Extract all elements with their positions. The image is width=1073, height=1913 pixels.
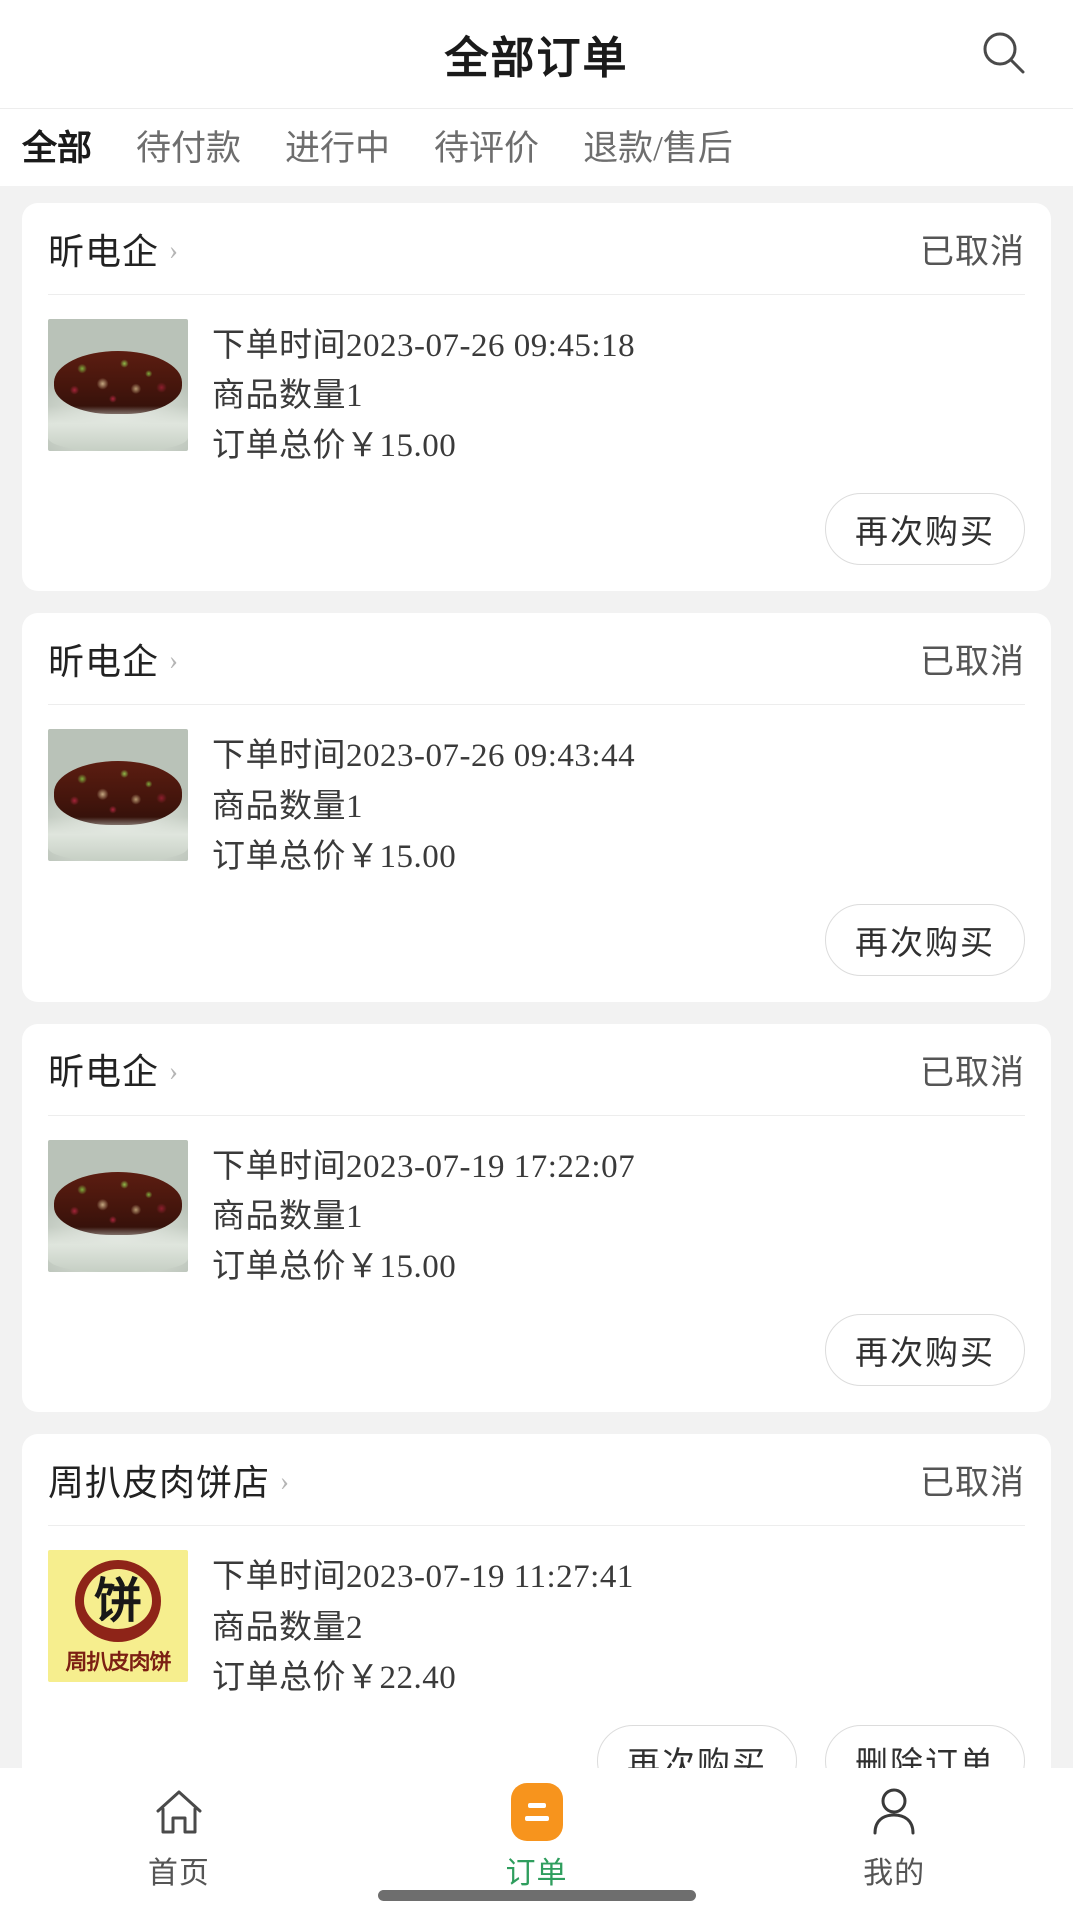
tab-in-progress[interactable]: 进行中 xyxy=(285,120,390,175)
page-title: 全部订单 xyxy=(444,34,629,83)
nav-label-home: 首页 xyxy=(147,1857,210,1890)
order-card[interactable]: 昕电企 › 已取消 下单时间2023-07-19 17:22:07 商品数量1 … xyxy=(22,1023,1051,1413)
shop-link[interactable]: 昕电企 › xyxy=(48,1043,178,1095)
chevron-right-icon: › xyxy=(169,235,179,265)
order-time: 下单时间2023-07-26 09:45:18 xyxy=(212,328,636,364)
buy-again-button[interactable]: 再次购买 xyxy=(825,903,1025,976)
page-header: 全部订单 xyxy=(0,0,1073,108)
home-icon xyxy=(152,1784,206,1840)
order-quantity: 商品数量1 xyxy=(212,378,363,415)
nav-item-home[interactable]: 首页 xyxy=(0,1784,358,1892)
bottom-navigation: 首页 订单 我的 xyxy=(0,1768,1073,1913)
status-badge: 已取消 xyxy=(920,644,1025,682)
order-card[interactable]: 周扒皮肉饼店 › 已取消 饼 周扒皮肉饼 下单时间2023-07-19 11:2… xyxy=(22,1434,1051,1768)
product-thumbnail[interactable] xyxy=(48,1139,188,1272)
order-total: 订单总价￥15.00 xyxy=(212,1249,457,1286)
order-card-header: 昕电企 › 已取消 xyxy=(48,203,1025,295)
brand-ring-icon: 饼 xyxy=(75,1560,161,1643)
order-actions: 再次购买 删除订单 xyxy=(48,1711,1025,1768)
tab-pending-review[interactable]: 待评价 xyxy=(434,120,539,175)
delete-order-button[interactable]: 删除订单 xyxy=(825,1724,1025,1768)
shop-name: 昕电企 xyxy=(48,231,160,272)
tab-all[interactable]: 全部 xyxy=(22,120,92,175)
chevron-right-icon: › xyxy=(169,645,179,676)
nav-item-orders[interactable]: 订单 xyxy=(358,1783,716,1892)
app-screen: 全部订单 全部 待付款 进行中 待评价 退款/售后 昕电企 › 已取消 下单时间… xyxy=(0,0,1073,1913)
brand-character: 饼 xyxy=(93,1573,142,1630)
order-quantity: 商品数量1 xyxy=(212,788,363,825)
order-card-body: 下单时间2023-07-26 09:45:18 商品数量1 订单总价￥15.00 xyxy=(48,295,1025,479)
order-actions: 再次购买 xyxy=(48,479,1025,591)
chevron-right-icon: › xyxy=(280,1466,290,1497)
order-time: 下单时间2023-07-26 09:43:44 xyxy=(212,738,636,775)
order-actions: 再次购买 xyxy=(48,890,1025,1002)
order-icon xyxy=(510,1783,563,1841)
order-card-header: 昕电企 › 已取消 xyxy=(48,613,1025,706)
chevron-right-icon: › xyxy=(169,1055,179,1086)
order-info: 下单时间2023-07-19 17:22:07 商品数量1 订单总价￥15.00 xyxy=(212,1140,1025,1292)
shop-name: 昕电企 xyxy=(48,1052,160,1093)
shop-link[interactable]: 昕电企 › xyxy=(48,223,178,275)
order-time: 下单时间2023-07-19 11:27:41 xyxy=(212,1559,634,1596)
order-card-body: 下单时间2023-07-19 17:22:07 商品数量1 订单总价￥15.00 xyxy=(48,1116,1025,1300)
status-badge: 已取消 xyxy=(920,1465,1025,1503)
shop-link[interactable]: 昕电企 › xyxy=(48,633,178,685)
order-total: 订单总价￥22.40 xyxy=(212,1659,457,1696)
buy-again-button[interactable]: 再次购买 xyxy=(825,1314,1025,1387)
status-badge: 已取消 xyxy=(920,1054,1025,1092)
home-indicator xyxy=(377,1890,696,1901)
order-card-body: 饼 周扒皮肉饼 下单时间2023-07-19 11:27:41 商品数量2 订单… xyxy=(48,1526,1025,1710)
order-card[interactable]: 昕电企 › 已取消 下单时间2023-07-26 09:43:44 商品数量1 … xyxy=(22,613,1051,1002)
search-icon xyxy=(978,28,1030,80)
order-card-header: 昕电企 › 已取消 xyxy=(48,1024,1025,1116)
order-card-body: 下单时间2023-07-26 09:43:44 商品数量1 订单总价￥15.00 xyxy=(48,705,1025,889)
order-actions: 再次购买 xyxy=(48,1300,1025,1412)
shop-name: 昕电企 xyxy=(48,641,160,682)
buy-again-button[interactable]: 再次购买 xyxy=(825,493,1025,566)
shop-name: 周扒皮肉饼店 xyxy=(48,1462,271,1503)
order-info: 下单时间2023-07-26 09:45:18 商品数量1 订单总价￥15.00 xyxy=(212,319,1025,471)
nav-label-profile: 我的 xyxy=(863,1857,926,1890)
search-button[interactable] xyxy=(969,19,1039,89)
product-thumbnail[interactable] xyxy=(48,729,188,862)
shop-link[interactable]: 周扒皮肉饼店 › xyxy=(48,1454,289,1506)
order-icon-line xyxy=(524,1816,549,1821)
order-icon-line xyxy=(527,1803,546,1808)
order-quantity: 商品数量1 xyxy=(212,1199,363,1236)
order-quantity: 商品数量2 xyxy=(212,1609,363,1646)
product-thumbnail[interactable]: 饼 周扒皮肉饼 xyxy=(48,1550,188,1683)
order-info: 下单时间2023-07-19 11:27:41 商品数量2 订单总价￥22.40 xyxy=(212,1550,1025,1702)
brand-wordmark: 周扒皮肉饼 xyxy=(65,1650,172,1675)
nav-item-profile[interactable]: 我的 xyxy=(715,1784,1073,1892)
order-list[interactable]: 昕电企 › 已取消 下单时间2023-07-26 09:45:18 商品数量1 … xyxy=(0,187,1073,1768)
buy-again-button[interactable]: 再次购买 xyxy=(597,1724,797,1768)
person-icon xyxy=(867,1784,921,1840)
order-card-header: 周扒皮肉饼店 › 已取消 xyxy=(48,1434,1025,1527)
order-card[interactable]: 昕电企 › 已取消 下单时间2023-07-26 09:45:18 商品数量1 … xyxy=(22,203,1051,592)
tab-refund-aftersales[interactable]: 退款/售后 xyxy=(583,120,733,175)
order-time: 下单时间2023-07-19 17:22:07 xyxy=(212,1148,636,1185)
order-info: 下单时间2023-07-26 09:43:44 商品数量1 订单总价￥15.00 xyxy=(212,729,1025,881)
order-total: 订单总价￥15.00 xyxy=(212,838,457,875)
order-total: 订单总价￥15.00 xyxy=(212,428,457,465)
product-thumbnail[interactable] xyxy=(48,319,188,451)
order-filter-tabs: 全部 待付款 进行中 待评价 退款/售后 xyxy=(0,108,1073,186)
order-icon-shape xyxy=(510,1783,563,1841)
status-badge: 已取消 xyxy=(920,234,1025,271)
tab-pending-payment[interactable]: 待付款 xyxy=(136,120,241,175)
nav-label-orders: 订单 xyxy=(505,1857,568,1890)
